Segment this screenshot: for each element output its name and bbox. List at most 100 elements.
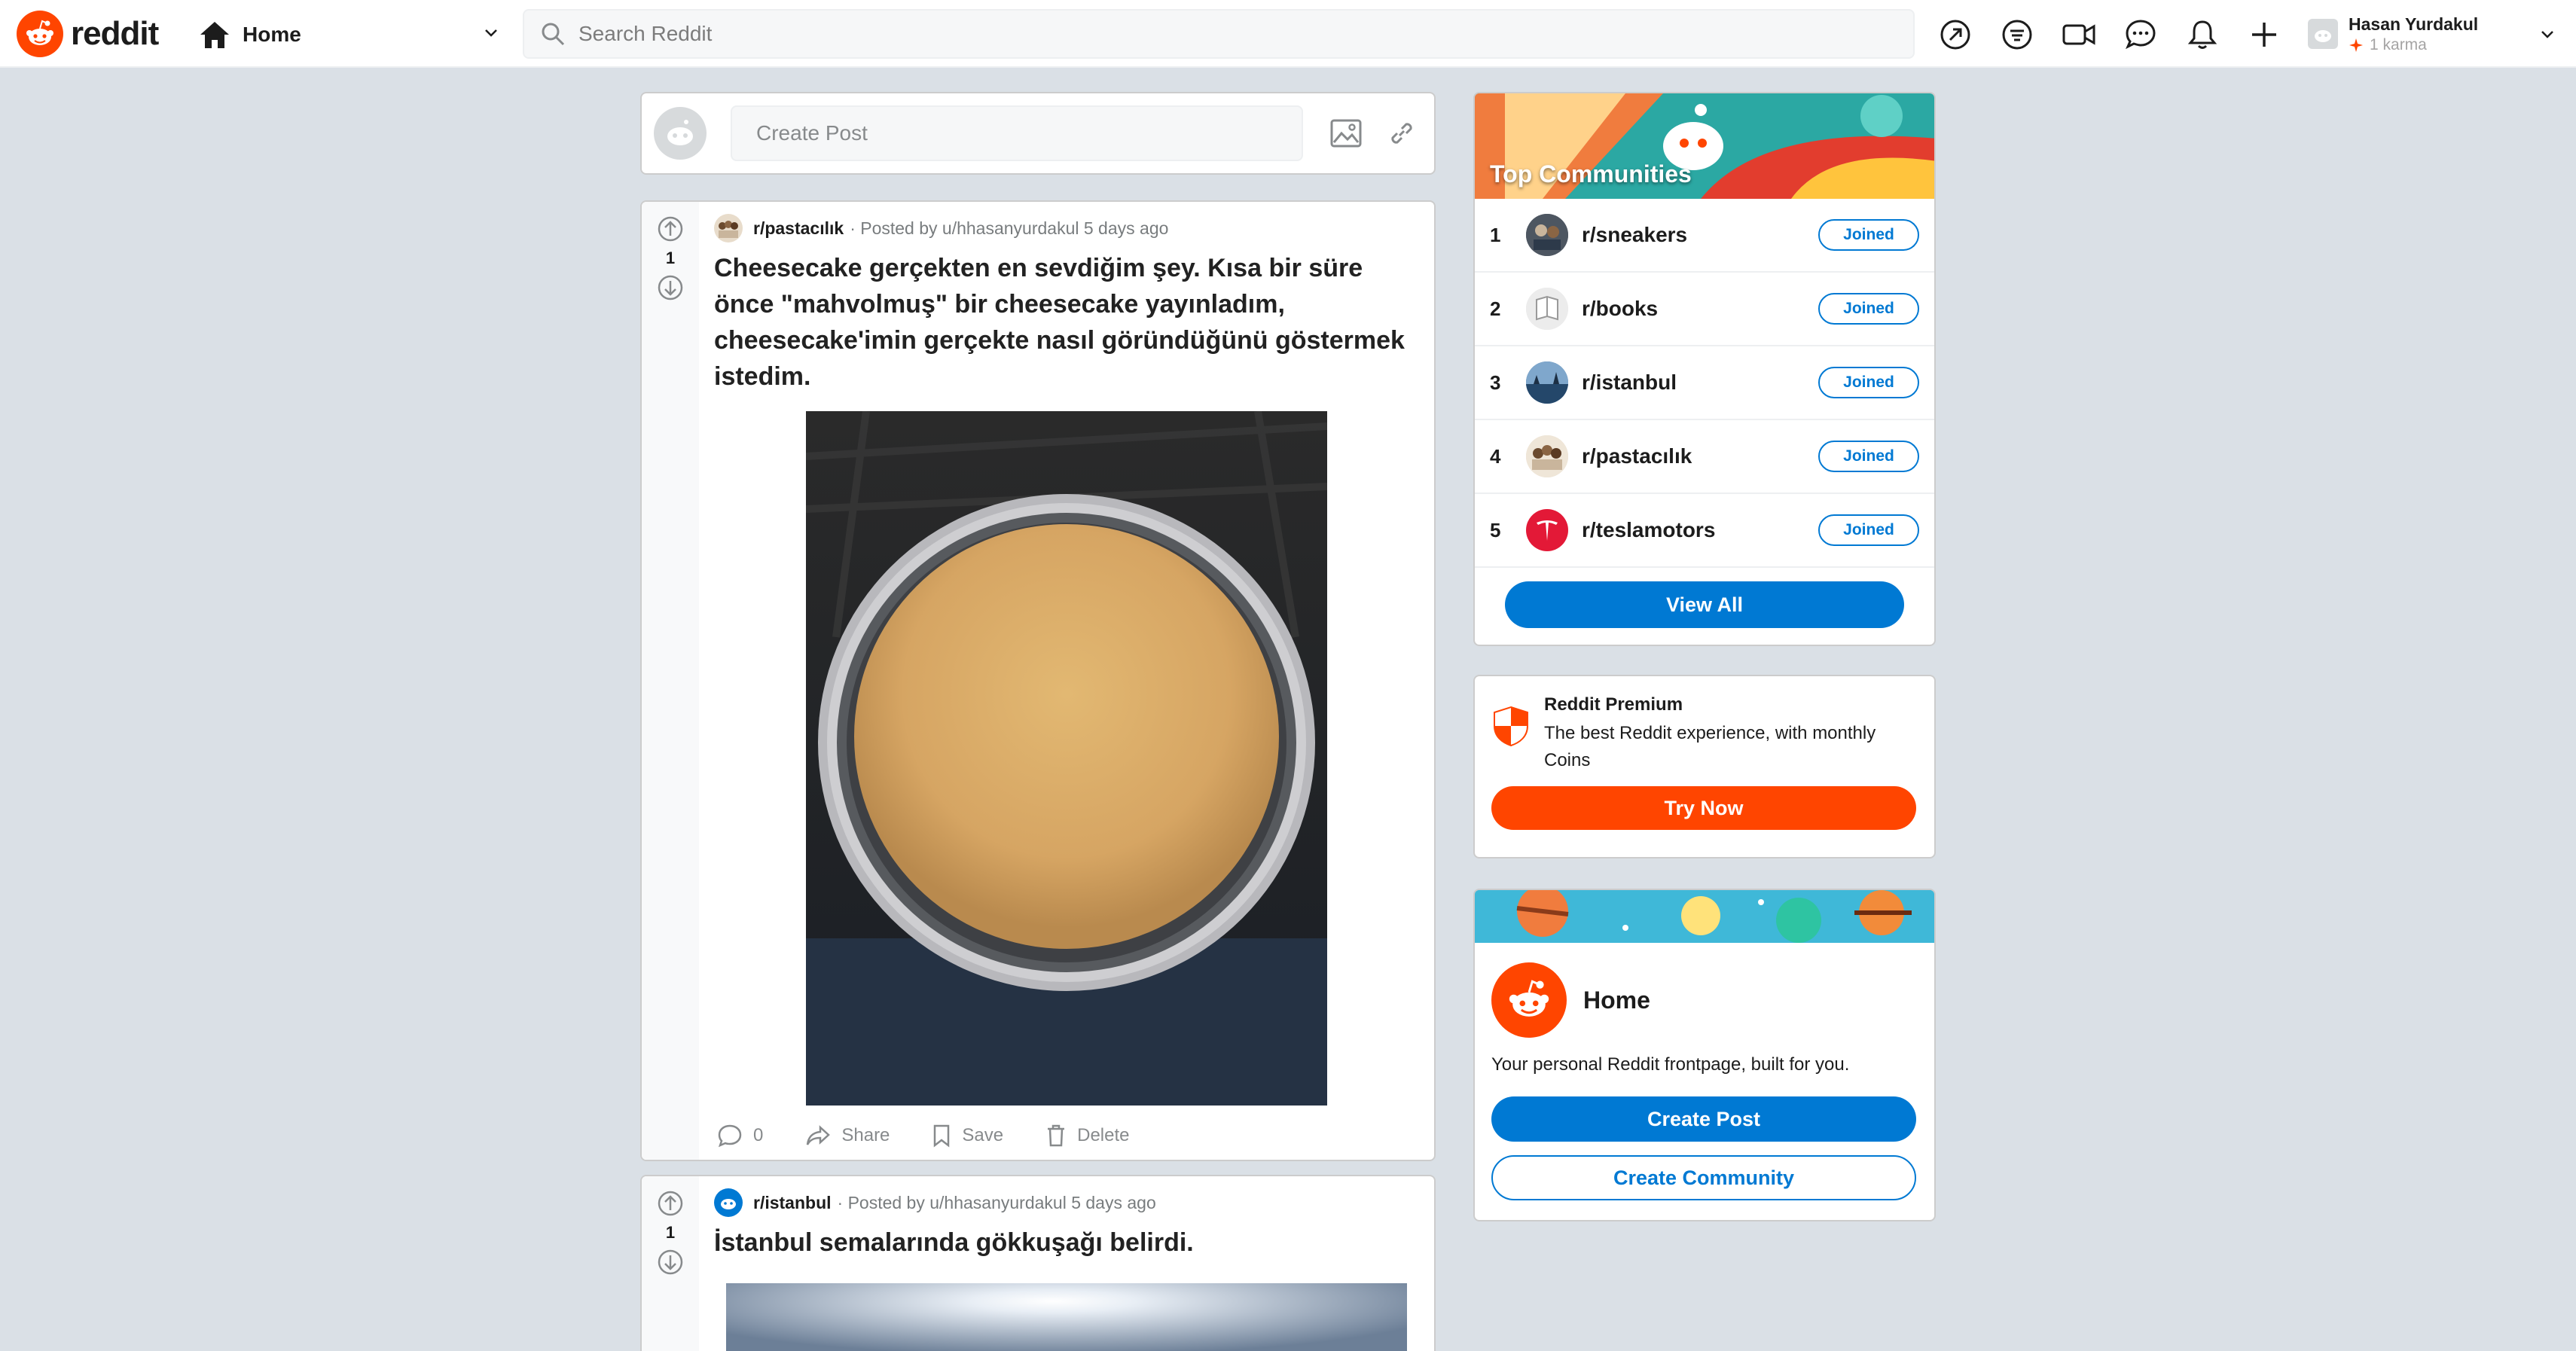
- search-icon: [542, 23, 565, 46]
- top-communities-banner: Top Communities: [1475, 93, 1934, 199]
- notifications-bell-icon[interactable]: [2183, 15, 2222, 54]
- save-button[interactable]: Save: [932, 1124, 1003, 1148]
- search-input[interactable]: [578, 22, 1913, 46]
- community-row[interactable]: 5 r/teslamotors Joined: [1475, 494, 1934, 568]
- post-meta: · Posted by u/hhasanyurdakul 5 days ago: [837, 1192, 1156, 1212]
- joined-button[interactable]: Joined: [1818, 219, 1919, 251]
- share-icon: [807, 1125, 831, 1145]
- community-row[interactable]: 4 r/pastacılık Joined: [1475, 420, 1934, 494]
- chevron-down-icon: [485, 29, 497, 37]
- post-image[interactable]: [714, 1283, 1419, 1351]
- create-community-button[interactable]: Create Community: [1491, 1155, 1916, 1200]
- header-actions: [1936, 15, 2306, 54]
- view-all-button[interactable]: View All: [1505, 581, 1904, 628]
- delete-button[interactable]: Delete: [1045, 1124, 1129, 1148]
- chevron-down-icon: [2541, 31, 2553, 38]
- top-communities-widget: Top Communities 1 r/sneakers Joined 2 r/…: [1473, 92, 1936, 646]
- community-avatar: [1526, 435, 1568, 477]
- share-button[interactable]: Share: [805, 1124, 890, 1147]
- reddit-premium-widget: Reddit Premium The best Reddit experienc…: [1473, 675, 1936, 858]
- reddit-logo[interactable]: reddit: [17, 11, 159, 57]
- post-actions: 0 Share Save Delete: [717, 1124, 1171, 1148]
- feed-selector-dropdown[interactable]: Home: [199, 17, 500, 53]
- upvote-icon[interactable]: [657, 215, 684, 242]
- joined-button[interactable]: Joined: [1818, 441, 1919, 472]
- subreddit-icon[interactable]: [714, 214, 743, 242]
- create-plus-icon[interactable]: [2245, 15, 2284, 54]
- post-title[interactable]: Cheesecake gerçekten en sevdiğim şey. Kı…: [714, 250, 1419, 395]
- joined-button[interactable]: Joined: [1818, 293, 1919, 325]
- search-bar[interactable]: [523, 9, 1915, 59]
- subreddit-link[interactable]: r/istanbul: [753, 1193, 832, 1213]
- user-avatar: [2308, 19, 2338, 49]
- save-label: Save: [962, 1125, 1004, 1145]
- downvote-icon[interactable]: [657, 274, 684, 301]
- karma-icon: [2349, 38, 2363, 52]
- upvote-icon[interactable]: [657, 1190, 684, 1217]
- community-avatar: [1526, 361, 1568, 404]
- chat-icon[interactable]: [2121, 15, 2160, 54]
- post-title[interactable]: İstanbul semalarında gökkuşağı belirdi.: [714, 1224, 1419, 1261]
- reddit-snoo-icon: [1491, 962, 1567, 1038]
- home-icon: [200, 22, 229, 48]
- community-row[interactable]: 3 r/istanbul Joined: [1475, 346, 1934, 420]
- comment-icon: [718, 1124, 742, 1148]
- user-karma: 1 karma: [2349, 36, 2478, 54]
- joined-button[interactable]: Joined: [1818, 367, 1919, 398]
- try-now-button[interactable]: Try Now: [1491, 786, 1916, 830]
- community-rank: 1: [1490, 223, 1501, 246]
- top-header: reddit Home Search Reddit Hasan Yurdakul…: [0, 0, 2576, 68]
- link-icon[interactable]: [1381, 113, 1422, 154]
- post-image[interactable]: [714, 411, 1419, 1106]
- community-name[interactable]: r/teslamotors: [1582, 518, 1818, 542]
- cheesecake-photo: [806, 411, 1327, 1106]
- all-feed-icon[interactable]: [1998, 15, 2037, 54]
- comment-count: 0: [753, 1125, 764, 1145]
- delete-label: Delete: [1077, 1125, 1130, 1145]
- create-post-input[interactable]: Create Post: [731, 105, 1303, 161]
- vote-count: 1: [665, 249, 676, 267]
- community-rank: 2: [1490, 297, 1501, 320]
- popular-icon[interactable]: [1936, 15, 1975, 54]
- home-widget: Home Your personal Reddit frontpage, bui…: [1473, 889, 1936, 1221]
- video-icon[interactable]: [2059, 15, 2098, 54]
- premium-description: The best Reddit experience, with monthly…: [1544, 723, 1876, 770]
- feed-selector-label: Home: [243, 23, 301, 46]
- image-upload-icon[interactable]: [1326, 113, 1366, 154]
- create-post-button[interactable]: Create Post: [1491, 1096, 1916, 1142]
- community-name[interactable]: r/pastacılık: [1582, 444, 1818, 468]
- rainbow-photo: [726, 1283, 1407, 1351]
- community-avatar: [1526, 214, 1568, 256]
- karma-value: 1 karma: [2370, 35, 2427, 53]
- reddit-snoo-icon: [17, 11, 63, 57]
- community-row[interactable]: 2 r/books Joined: [1475, 273, 1934, 346]
- home-title: Home: [1583, 986, 1650, 1014]
- community-row[interactable]: 1 r/sneakers Joined: [1475, 199, 1934, 273]
- premium-title: Reddit Premium: [1544, 694, 1683, 715]
- community-name[interactable]: r/istanbul: [1582, 371, 1818, 395]
- home-banner: [1475, 890, 1934, 943]
- trash-icon: [1048, 1124, 1065, 1147]
- widget-title: Top Communities: [1490, 160, 1692, 188]
- bookmark-icon: [934, 1124, 950, 1148]
- comments-button[interactable]: 0: [717, 1124, 763, 1148]
- user-avatar[interactable]: [654, 107, 707, 160]
- community-rank: 4: [1490, 444, 1501, 468]
- home-description: Your personal Reddit frontpage, built fo…: [1491, 1054, 1850, 1075]
- community-avatar: [1526, 288, 1568, 330]
- subreddit-icon[interactable]: [714, 1188, 743, 1217]
- post-meta: · Posted by u/hhasanyurdakul 5 days ago: [850, 218, 1169, 238]
- post-card[interactable]: 1 r/istanbul · Posted by u/hhasanyurdaku…: [640, 1175, 1436, 1351]
- subreddit-link[interactable]: r/pastacılık: [753, 218, 844, 239]
- downvote-icon[interactable]: [657, 1249, 684, 1276]
- vote-column: 1: [642, 1176, 699, 1351]
- share-label: Share: [841, 1125, 890, 1145]
- joined-button[interactable]: Joined: [1818, 514, 1919, 546]
- user-menu[interactable]: Hasan Yurdakul 1 karma: [2308, 11, 2556, 57]
- community-name[interactable]: r/sneakers: [1582, 223, 1818, 247]
- community-name[interactable]: r/books: [1582, 297, 1818, 321]
- vote-column: 1: [642, 202, 699, 1160]
- logo-wordmark: reddit: [71, 15, 159, 52]
- post-card[interactable]: 1 r/pastacılık · Posted by u/hhasanyurda…: [640, 200, 1436, 1161]
- tesla-logo-icon: [1526, 509, 1568, 551]
